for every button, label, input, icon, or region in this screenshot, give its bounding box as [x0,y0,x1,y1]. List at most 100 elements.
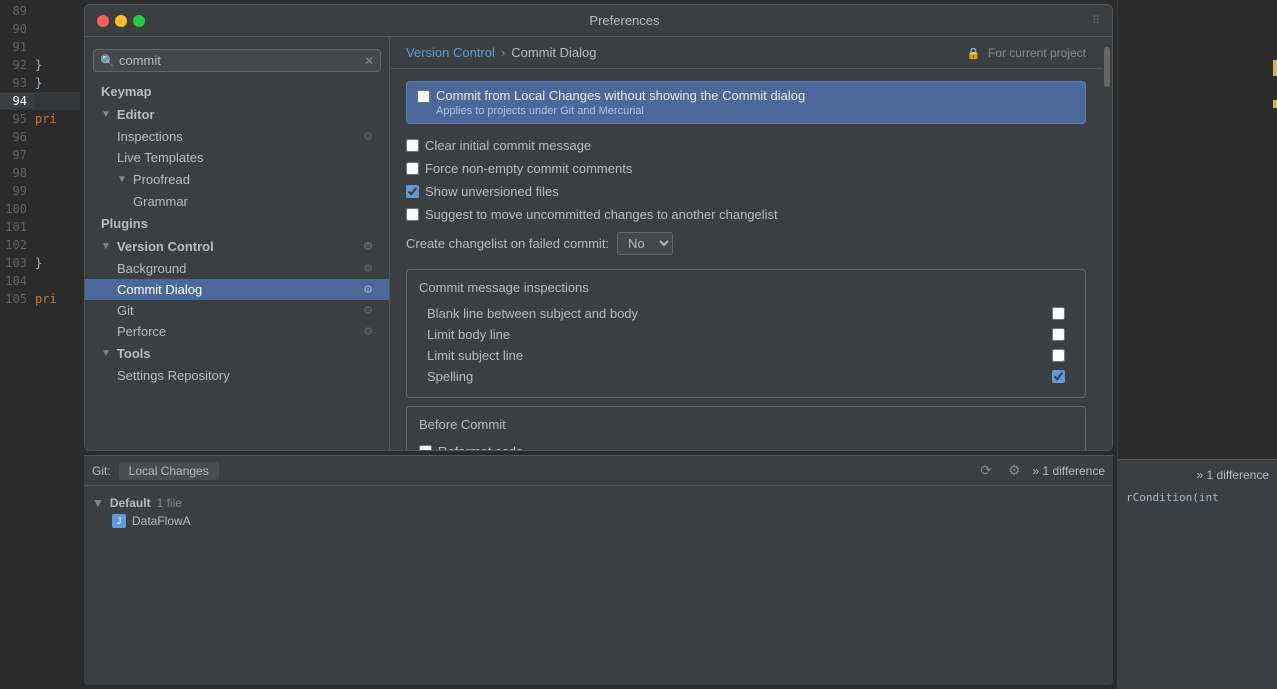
sidebar-item-keymap[interactable]: Keymap [85,80,389,103]
center-dialog: Preferences ⠿ 🔍 ✕ Ke [80,0,1117,689]
background-label: Background [117,261,186,276]
suggest-move-row: Suggest to move uncommitted changes to a… [406,203,1086,226]
highlight-mark-1 [1273,60,1277,76]
force-non-empty-label[interactable]: Force non-empty commit comments [425,161,632,176]
commit-local-changes-row: Commit from Local Changes without showin… [406,81,1086,124]
sidebar-item-git[interactable]: Git ⚙ [85,300,389,321]
code-line: 94 [0,92,80,110]
clear-commit-row: Clear initial commit message [406,134,1086,157]
diff-content: rCondition(int [1126,490,1269,506]
limit-subject-checkbox[interactable] [1052,349,1065,362]
sidebar-section-version-control[interactable]: ▼ Version Control ⚙ [85,235,389,258]
blank-line-checkbox[interactable] [1052,307,1065,320]
breadcrumb-project: 🔒 For current project [967,46,1086,60]
sidebar-item-inspections[interactable]: Inspections ⚙ [85,126,389,147]
commit-local-changes-checkbox[interactable] [417,90,430,103]
settings-icon[interactable]: ⚙ [1004,460,1025,481]
project-label: For current project [988,46,1086,60]
git-label: Git [117,303,134,318]
refresh-icon[interactable]: ⟳ [976,460,996,481]
tools-disclosure: ▼ [101,348,111,359]
breadcrumb-current: Commit Dialog [511,45,596,60]
limit-body-label: Limit body line [427,327,510,342]
inspection-blank-line: Blank line between subject and body [419,303,1073,324]
search-input[interactable] [119,53,360,68]
sidebar-item-live-templates[interactable]: Live Templates [85,147,389,168]
before-commit-title: Before Commit [419,417,1073,432]
sidebar-item-perforce[interactable]: Perforce ⚙ [85,321,389,342]
clear-search-icon[interactable]: ✕ [364,54,374,68]
commit-message-inspections-box: Commit message inspections Blank line be… [406,269,1086,398]
sidebar-section-plugins[interactable]: Plugins [85,212,389,235]
code-line: 103} [0,254,80,272]
git-file-item[interactable]: J DataFlowA [92,512,1105,530]
git-label: Git: [92,464,111,478]
commit-dialog-settings-icon: ⚙ [363,283,373,296]
perforce-label: Perforce [117,324,166,339]
preferences-dialog: Preferences ⠿ 🔍 ✕ Ke [84,4,1113,451]
close-button[interactable] [97,15,109,27]
suggest-move-label[interactable]: Suggest to move uncommitted changes to a… [425,207,778,222]
inspections-label: Inspections [117,129,183,144]
inspection-limit-body: Limit body line [419,324,1073,345]
reformat-checkbox[interactable] [419,445,432,450]
git-settings-icon: ⚙ [363,304,373,317]
clear-commit-label[interactable]: Clear initial commit message [425,138,591,153]
commit-dialog-label: Commit Dialog [117,282,202,297]
breadcrumb-parent[interactable]: Version Control [406,45,495,60]
file-name-label: DataFlowA [132,514,191,528]
suggest-move-checkbox[interactable] [406,208,419,221]
editor-disclosure: ▼ [101,109,111,120]
sidebar-item-settings-repository[interactable]: Settings Repository [85,365,389,386]
default-label: Default [110,496,151,510]
force-non-empty-checkbox[interactable] [406,162,419,175]
main-content: Version Control › Commit Dialog 🔒 For cu… [390,37,1102,450]
dialog-title: Preferences [157,13,1092,28]
clear-commit-checkbox[interactable] [406,139,419,152]
code-line: 105 pri [0,290,80,308]
sidebar-item-commit-dialog[interactable]: Commit Dialog ⚙ [85,279,389,300]
settings-panel: Commit from Local Changes without showin… [390,69,1102,450]
search-wrap: 🔍 ✕ [85,45,389,80]
vc-disclosure: ▼ [101,241,111,252]
dialog-title-bar: Preferences ⠿ [85,5,1112,37]
code-line: 92 } [0,56,80,74]
show-unversioned-checkbox[interactable] [406,185,419,198]
spelling-checkbox[interactable] [1052,370,1065,383]
sidebar-item-proofread[interactable]: ▼ Proofread [85,168,389,191]
git-default-group: ▼ Default 1 file [92,494,1105,512]
keymap-label: Keymap [101,84,152,99]
scrollbar[interactable] [1102,37,1112,450]
search-box: 🔍 ✕ [93,49,381,72]
app-wrapper: 89 90 91 92 } 93} 94 95 pri 96 97 98 99 … [0,0,1277,689]
sidebar-item-background[interactable]: Background ⚙ [85,258,389,279]
maximize-button[interactable] [133,15,145,27]
breadcrumb-separator: › [501,45,505,60]
file-count-label: 1 file [157,496,182,510]
reformat-label[interactable]: Reformat code [438,444,523,450]
background-settings-icon: ⚙ [363,262,373,275]
code-line: 90 [0,20,80,38]
sidebar-item-grammar[interactable]: Grammar [85,191,389,212]
sidebar-section-editor[interactable]: ▼ Editor [85,103,389,126]
reformat-row: Reformat code [419,440,1073,450]
dialog-body: 🔍 ✕ Keymap ▼ Editor [85,37,1112,450]
commit-local-changes-text: Commit from Local Changes without showin… [436,88,805,103]
traffic-lights [97,15,145,27]
limit-body-checkbox[interactable] [1052,328,1065,341]
sidebar: 🔍 ✕ Keymap ▼ Editor [85,37,390,450]
sidebar-section-tools[interactable]: ▼ Tools [85,342,389,365]
scrollbar-thumb[interactable] [1104,47,1110,87]
local-changes-tab[interactable]: Local Changes [119,462,219,480]
breadcrumb-bar: Version Control › Commit Dialog 🔒 For cu… [390,37,1102,69]
create-changelist-select[interactable]: No Yes Ask [617,232,673,255]
code-line: 101 [0,218,80,236]
code-line: 104 [0,272,80,290]
before-commit-box: Before Commit Reformat code Rearrange co… [406,406,1086,450]
show-unversioned-label[interactable]: Show unversioned files [425,184,559,199]
minimize-button[interactable] [115,15,127,27]
code-line: 96 [0,128,80,146]
grammar-label: Grammar [133,194,188,209]
code-line: 97 [0,146,80,164]
file-icon: J [112,514,126,528]
